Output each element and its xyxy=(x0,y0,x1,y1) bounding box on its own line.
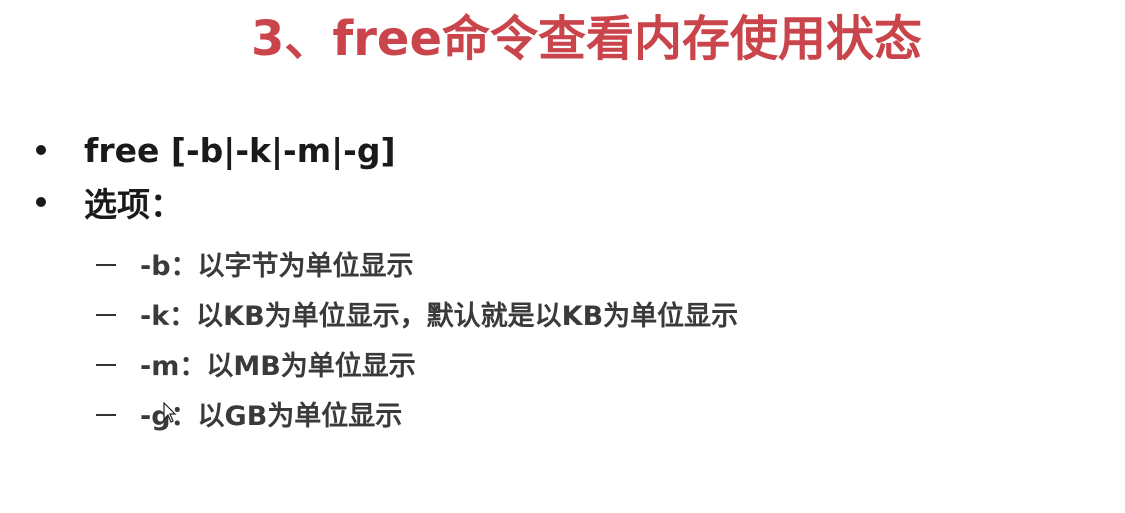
option-text-b: -b：以字节为单位显示 xyxy=(140,250,414,282)
mouse-pointer-icon xyxy=(163,402,177,423)
dash-icon xyxy=(96,264,116,266)
option-item-m: -m：以MB为单位显示 xyxy=(96,338,738,388)
option-text-m: -m：以MB为单位显示 xyxy=(140,350,416,382)
slide-title: 3、free命令查看内存使用状态 xyxy=(250,11,923,67)
option-item-k: -k：以KB为单位显示，默认就是以KB为单位显示 xyxy=(96,288,738,338)
dash-icon xyxy=(96,314,116,316)
slide: 3、free命令查看内存使用状态 free [-b|-k|-m|-g] 选项： … xyxy=(0,0,1125,513)
dash-icon xyxy=(96,364,116,366)
option-text-k: -k：以KB为单位显示，默认就是以KB为单位显示 xyxy=(140,300,739,332)
bullet-text-syntax: free [-b|-k|-m|-g] xyxy=(84,130,396,170)
bullet-dot-icon xyxy=(36,197,46,207)
dash-icon xyxy=(96,414,116,416)
bullet-list: free [-b|-k|-m|-g] 选项： xyxy=(30,124,396,228)
option-item-g: -g：以GB为单位显示 xyxy=(96,388,738,438)
bullet-text-options: 选项： xyxy=(84,185,183,224)
option-item-b: -b：以字节为单位显示 xyxy=(96,238,738,288)
bullet-item-options: 选项： xyxy=(30,176,396,228)
bullet-dot-icon xyxy=(36,145,46,155)
option-list: -b：以字节为单位显示 -k：以KB为单位显示，默认就是以KB为单位显示 -m：… xyxy=(96,238,738,438)
bullet-item-syntax: free [-b|-k|-m|-g] xyxy=(30,124,396,176)
option-text-g: -g：以GB为单位显示 xyxy=(140,400,403,432)
